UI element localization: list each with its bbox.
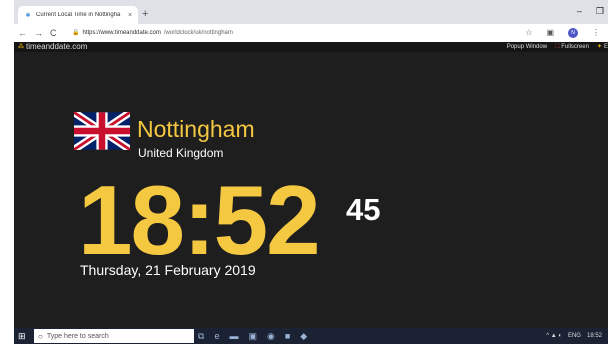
- fullscreen-icon: ⛶: [555, 44, 560, 50]
- fullscreen-label: Fullscreen: [561, 44, 589, 50]
- popup-window-link[interactable]: Popup Window: [507, 42, 547, 52]
- task-view-icon[interactable]: ⧉: [198, 330, 204, 342]
- site-header: ⁂ timeanddate.com Popup Window ⛶ Fullscre…: [14, 42, 608, 52]
- reload-icon[interactable]: C: [50, 27, 57, 39]
- logo-text: timeanddate.com: [26, 42, 88, 51]
- city-name: Nottingham: [137, 116, 255, 142]
- chrome-icon[interactable]: ◉: [267, 330, 275, 342]
- search-icon: ○: [38, 331, 43, 341]
- app-icon[interactable]: ■: [285, 330, 290, 342]
- clock-display: Nottingham United Kingdom 18:52 45 Thurs…: [14, 52, 608, 328]
- language-indicator[interactable]: ENG: [568, 330, 581, 342]
- new-tab-button[interactable]: +: [142, 8, 148, 20]
- time-hours-minutes: 18:52: [78, 165, 321, 275]
- lock-icon: 🔒: [72, 30, 80, 36]
- store-icon[interactable]: ▣: [248, 330, 257, 342]
- extra-label: E: [603, 44, 608, 50]
- tab-title: Current Local Time in Nottingha: [36, 12, 121, 18]
- browser-tab[interactable]: ✱ Current Local Time in Nottingha ×: [18, 6, 138, 24]
- extensions-icon[interactable]: ▣: [546, 27, 554, 39]
- taskbar-clock[interactable]: 18:52: [587, 330, 602, 342]
- search-placeholder: Type here to search: [46, 332, 109, 340]
- edge-icon[interactable]: e: [214, 330, 219, 342]
- restore-button[interactable]: ❐: [596, 6, 604, 17]
- window-controls: – ❐: [577, 6, 604, 17]
- file-explorer-icon[interactable]: ▬: [229, 330, 238, 342]
- fullscreen-link[interactable]: ⛶ Fullscreen: [555, 42, 589, 52]
- menu-icon[interactable]: ⋮: [592, 27, 600, 39]
- windows-start-icon[interactable]: ⊞: [18, 331, 26, 341]
- address-bar[interactable]: 🔒 https://www.timeanddate.com/worldclock…: [72, 27, 233, 39]
- forward-icon[interactable]: →: [34, 27, 43, 39]
- tray-icons[interactable]: ^ ▲ ◐: [546, 330, 562, 342]
- star-icon[interactable]: ☆: [525, 27, 532, 39]
- windows-taskbar: ⊞ ○ Type here to search ⧉ e ▬ ▣ ◉ ■ ◆ ^ …: [14, 328, 608, 344]
- taskbar-search[interactable]: ○ Type here to search: [34, 329, 194, 343]
- taskbar-apps: ⧉ e ▬ ▣ ◉ ■ ◆: [198, 330, 307, 342]
- app-icon[interactable]: ◆: [300, 330, 307, 342]
- tab-close-icon[interactable]: ×: [125, 12, 135, 19]
- logo-icon: ⁂: [18, 44, 24, 50]
- current-date: Thursday, 21 February 2019: [80, 262, 256, 278]
- url-path: /worldclock/uk/nottingham: [163, 30, 233, 36]
- back-icon[interactable]: ←: [18, 27, 27, 39]
- flag-uk-icon: [74, 112, 130, 150]
- site-logo[interactable]: ⁂ timeanddate.com: [18, 42, 87, 52]
- country-name: United Kingdom: [138, 146, 224, 160]
- address-toolbar: ← → C 🔒 https://www.timeanddate.com/worl…: [14, 24, 608, 43]
- time-seconds: 45: [346, 192, 381, 227]
- extra-link[interactable]: ✦ E: [597, 42, 608, 52]
- minimize-button[interactable]: –: [577, 6, 582, 17]
- system-tray: ^ ▲ ◐ ENG 18:52: [546, 330, 602, 342]
- browser-window: ✱ Current Local Time in Nottingha × + – …: [14, 0, 608, 344]
- url-host: https://www.timeanddate.com: [82, 30, 161, 36]
- tab-strip: ✱ Current Local Time in Nottingha × + – …: [14, 0, 608, 24]
- clock-favicon-icon: ✱: [25, 12, 31, 19]
- extra-icon: ✦: [596, 44, 602, 50]
- profile-avatar[interactable]: N: [568, 28, 578, 38]
